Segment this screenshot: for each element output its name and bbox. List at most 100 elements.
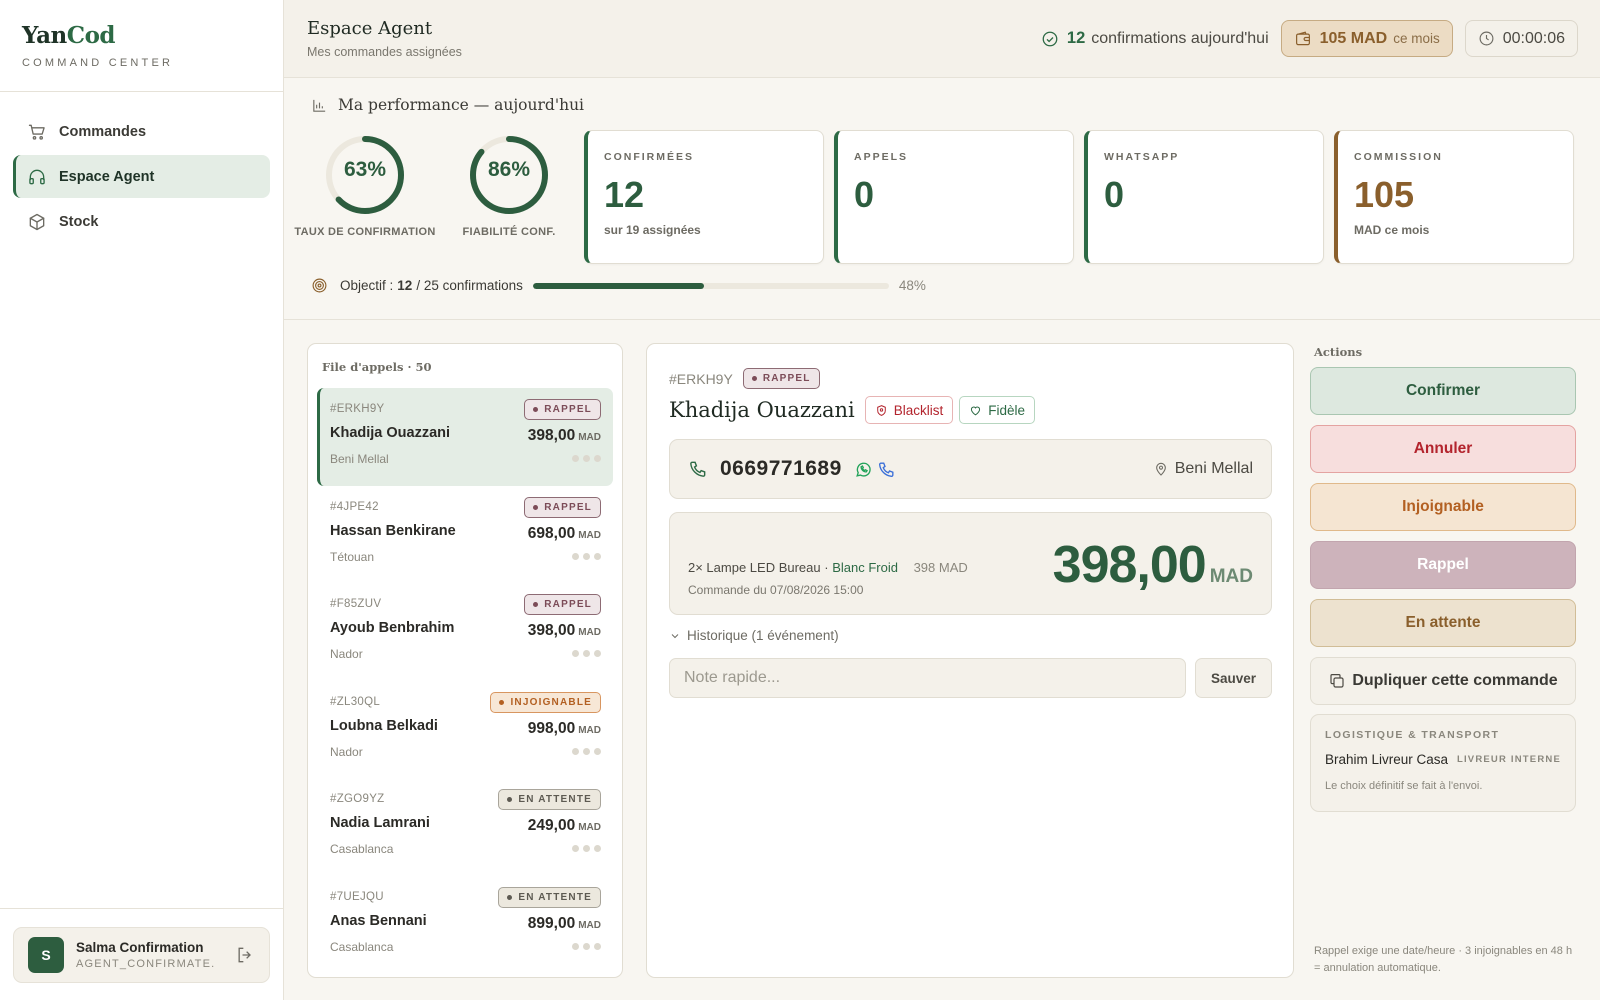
header-stats: 12 confirmations aujourd'hui 105 MAD ce … — [1041, 20, 1578, 57]
status-badge: RAPPEL — [524, 399, 601, 420]
stat-label: WHATSAPP — [1104, 151, 1180, 163]
objective-done: 12 — [397, 278, 413, 293]
gauge-value: 63% — [343, 158, 387, 181]
target-icon — [312, 278, 327, 293]
detail-status-badge: RAPPEL — [742, 368, 820, 389]
order-total: 398,00 MAD — [1053, 535, 1253, 595]
brand-name-part2: Cod — [66, 22, 116, 49]
main-area: Espace Agent Mes commandes assignées 12 … — [284, 0, 1600, 1000]
earnings-pill: 105 MAD ce mois — [1280, 20, 1453, 57]
queue-item[interactable]: #ZL30QL Loubna Belkadi Nador INJOIGNABLE… — [317, 681, 613, 779]
loyal-label: Fidèle — [988, 402, 1026, 418]
stat-sub: MAD ce mois — [1354, 223, 1430, 237]
box-icon — [29, 213, 45, 230]
phone-icon — [690, 461, 706, 477]
queue-title: File d'appels · 50 — [322, 360, 432, 374]
logistics-card: LOGISTIQUE & TRANSPORT Brahim Livreur Ca… — [1310, 714, 1576, 812]
heart-icon — [971, 406, 981, 415]
queue-item[interactable]: #7UEJQU Anas Bennani Casablanca EN ATTEN… — [317, 876, 613, 974]
price-currency: MAD — [578, 919, 601, 931]
loyal-tag[interactable]: Fidèle — [959, 396, 1036, 424]
pending-button[interactable]: En attente — [1310, 599, 1576, 647]
stat-label: APPELS — [854, 151, 909, 163]
order-summary: 2× Lampe LED Bureau · Blanc Froid 398 MA… — [669, 512, 1272, 615]
save-note-button[interactable]: Sauver — [1195, 658, 1272, 698]
stat-value: 0 — [1104, 174, 1125, 215]
total-currency: MAD — [1209, 566, 1253, 587]
shield-icon — [876, 404, 886, 416]
customer-name: Khadija Ouazzani — [669, 398, 855, 422]
queue-item[interactable]: #ZGO9YZ Nadia Lamrani Casablanca EN ATTE… — [317, 778, 613, 876]
logistics-row[interactable]: Brahim Livreur Casa LIVREUR INTERNE — [1325, 752, 1561, 767]
price-value: 998,00 — [527, 719, 576, 737]
driver-type: LIVREUR INTERNE — [1456, 754, 1561, 765]
unreachable-button[interactable]: Injoignable — [1310, 483, 1576, 531]
stat-sub: sur 19 assignées — [604, 223, 701, 237]
order-price: 398,00 MAD — [528, 622, 601, 640]
order-detail: #ERKH9Y RAPPEL Khadija Ouazzani Blacklis… — [646, 343, 1294, 978]
user-role: AGENT_CONFIRMATE... — [76, 958, 216, 970]
logistics-title: LOGISTIQUE & TRANSPORT — [1325, 729, 1500, 741]
objective-rest: / 25 confirmations — [416, 278, 523, 293]
detail-order-id: #ERKH9Y — [669, 370, 733, 387]
queue-list: #ERKH9Y Khadija Ouazzani Beni Mellal RAP… — [308, 388, 622, 973]
attempt-dots — [572, 552, 601, 560]
customer-city: Nador — [330, 744, 363, 759]
attempt-dots — [572, 747, 601, 755]
stat-card-calls: APPELS 0 — [834, 130, 1074, 264]
order-product: 2× Lampe LED Bureau · — [688, 560, 829, 575]
sidebar-item-label: Commandes — [59, 123, 147, 140]
performance-panel: Ma performance — aujourd'hui 63% TAUX DE… — [284, 78, 1600, 320]
status-badge: INJOIGNABLE — [490, 691, 601, 713]
user-info: Salma Confirmation AGENT_CONFIRMATE... — [76, 940, 216, 970]
order-price: 398,00 MAD — [528, 427, 601, 445]
user-card[interactable]: S Salma Confirmation AGENT_CONFIRMATE... — [13, 927, 270, 983]
order-line: 2× Lampe LED Bureau · Blanc Froid 398 MA… — [688, 560, 968, 575]
performance-title: Ma performance — aujourd'hui — [311, 96, 584, 114]
detail-header: #ERKH9Y RAPPEL — [669, 368, 820, 389]
customer-city: Beni Mellal — [330, 452, 389, 466]
gauge-label: FIABILITÉ CONF. — [462, 226, 556, 238]
blacklist-tag[interactable]: Blacklist — [864, 396, 954, 424]
stat-card-whatsapp: WHATSAPP 0 — [1084, 130, 1324, 264]
order-price: 998,00 MAD — [528, 720, 601, 738]
call-icon[interactable] — [877, 460, 896, 479]
user-section: S Salma Confirmation AGENT_CONFIRMATE... — [0, 908, 283, 1000]
city-name: Beni Mellal — [1174, 460, 1253, 477]
stat-label: COMMISSION — [1354, 151, 1443, 163]
gauge-label: TAUX DE CONFIRMATION — [294, 226, 436, 238]
logout-icon[interactable] — [235, 945, 255, 965]
queue-item[interactable]: #4JPE42 Hassan Benkirane Tétouan RAPPEL … — [317, 486, 613, 584]
phone-number[interactable]: 0669771689 — [720, 457, 842, 481]
objective-progress-bar — [532, 282, 889, 289]
whatsapp-icon[interactable] — [854, 460, 873, 479]
history-toggle[interactable]: Historique (1 événement) — [669, 628, 839, 643]
cancel-button[interactable]: Annuler — [1310, 425, 1576, 473]
price-currency: MAD — [578, 822, 601, 833]
price-currency: MAD — [578, 432, 601, 443]
brand-logo[interactable]: YanCod — [22, 22, 283, 49]
quick-note-input[interactable] — [669, 658, 1186, 698]
queue-item[interactable]: #ERKH9Y Khadija Ouazzani Beni Mellal RAP… — [317, 388, 613, 486]
session-timer: 00:00:06 — [1464, 20, 1578, 57]
price-currency: MAD — [578, 529, 601, 541]
sidebar-item-stock[interactable]: Stock — [13, 200, 270, 243]
callback-button[interactable]: Rappel — [1310, 541, 1576, 589]
clock-icon — [1479, 31, 1494, 46]
attempt-dots — [572, 942, 601, 950]
stat-label: CONFIRMÉES — [604, 151, 695, 163]
order-price: 249,00 MAD — [528, 817, 601, 835]
chevron-down-icon — [671, 633, 679, 638]
actions-footnote: Rappel exige une date/heure · 3 injoigna… — [1314, 945, 1573, 974]
duplicate-order-button[interactable]: Dupliquer cette commande — [1310, 657, 1576, 705]
price-value: 899,00 — [527, 914, 576, 932]
sidebar-nav: Commandes Espace Agent Stock — [0, 92, 283, 243]
queue-item[interactable]: #F85ZUV Ayoub Benbrahim Nador RAPPEL 398… — [317, 583, 613, 681]
phone-box: 0669771689 Beni Mellal — [669, 439, 1272, 499]
timer-value: 00:00:06 — [1502, 29, 1565, 47]
sidebar-item-espace-agent[interactable]: Espace Agent — [13, 155, 270, 198]
gauge-value: 86% — [487, 158, 531, 181]
confirm-button[interactable]: Confirmer — [1310, 367, 1576, 415]
call-queue: File d'appels · 50 #ERKH9Y Khadija Ouazz… — [307, 343, 623, 978]
sidebar-item-commandes[interactable]: Commandes — [13, 110, 270, 153]
